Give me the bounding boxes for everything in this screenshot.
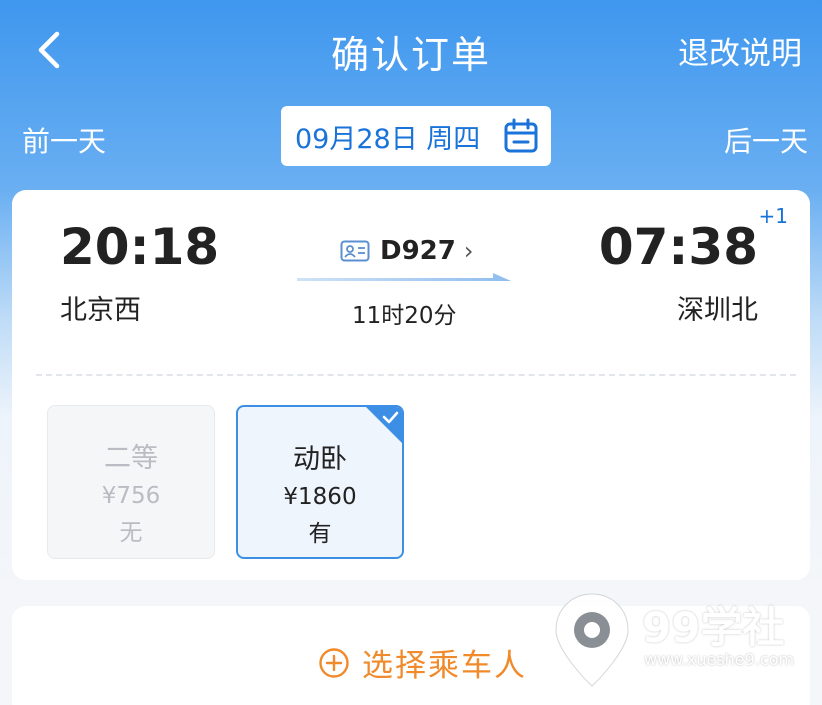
seat-price: ¥1860 bbox=[283, 484, 357, 510]
route-arrow-icon bbox=[297, 273, 511, 281]
watermark: 99学社 www.xueshe9.com bbox=[552, 584, 812, 694]
add-passenger-label: 选择乘车人 bbox=[362, 648, 527, 684]
chevron-right-icon: › bbox=[463, 237, 474, 265]
prev-day-button[interactable]: 前一天 bbox=[22, 120, 106, 160]
train-number-link[interactable]: D927 › bbox=[340, 236, 473, 266]
selected-date: 09月28日 周四 bbox=[295, 123, 481, 155]
divider bbox=[36, 374, 796, 376]
arrival-time: 07:38 bbox=[598, 218, 758, 276]
departure-time: 20:18 bbox=[60, 218, 220, 276]
refund-policy-link[interactable]: 退改说明 bbox=[678, 28, 802, 73]
plus-circle-icon bbox=[319, 647, 349, 678]
seat-name: 二等 bbox=[104, 443, 158, 474]
check-icon bbox=[366, 407, 402, 443]
travel-duration: 11时20分 bbox=[352, 303, 457, 329]
seat-availability: 有 bbox=[308, 521, 332, 547]
header-bar: 确认订单 退改说明 bbox=[0, 0, 822, 100]
id-card-icon bbox=[340, 240, 370, 262]
arrival-day-offset: +1 bbox=[758, 204, 788, 228]
seat-price: ¥756 bbox=[101, 483, 161, 509]
location-pin-icon bbox=[555, 593, 629, 687]
next-day-button[interactable]: 后一天 bbox=[724, 120, 808, 160]
add-passenger-button[interactable]: 选择乘车人 bbox=[318, 640, 527, 685]
departure-station: 北京西 bbox=[60, 295, 141, 326]
seat-availability: 无 bbox=[119, 520, 143, 546]
date-selector[interactable]: 09月28日 周四 bbox=[281, 106, 551, 166]
train-number: D927 bbox=[380, 236, 456, 266]
arrival-station: 深圳北 bbox=[677, 295, 758, 326]
date-navigation: 前一天 09月28日 周四 后一天 bbox=[0, 100, 822, 180]
seat-option-sleeper[interactable]: 动卧 ¥1860 有 bbox=[236, 405, 404, 559]
watermark-url: www.xueshe9.com bbox=[644, 650, 795, 669]
seat-option-second-class[interactable]: 二等 ¥756 无 bbox=[47, 405, 215, 559]
train-info-card: 20:18 北京西 D927 › 11时20分 07:38 +1 深圳北 二等 … bbox=[12, 190, 810, 580]
watermark-brand: 99学社 bbox=[642, 603, 785, 652]
calendar-icon bbox=[504, 118, 538, 153]
